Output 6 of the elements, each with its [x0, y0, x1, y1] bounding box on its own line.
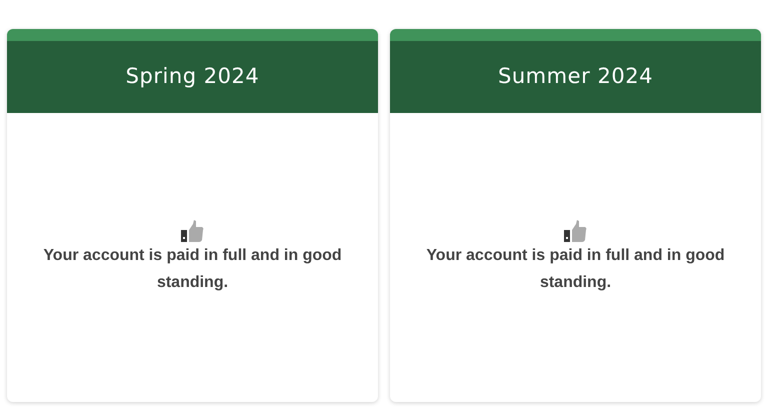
thumbs-up-icon	[564, 220, 587, 242]
thumbs-up-icon	[181, 220, 204, 242]
status-message: Your account is paid in full and in good standing.	[425, 246, 726, 293]
status-message: Your account is paid in full and in good standing.	[42, 246, 343, 293]
term-title: Summer 2024	[498, 63, 653, 90]
term-title: Spring 2024	[126, 63, 260, 90]
